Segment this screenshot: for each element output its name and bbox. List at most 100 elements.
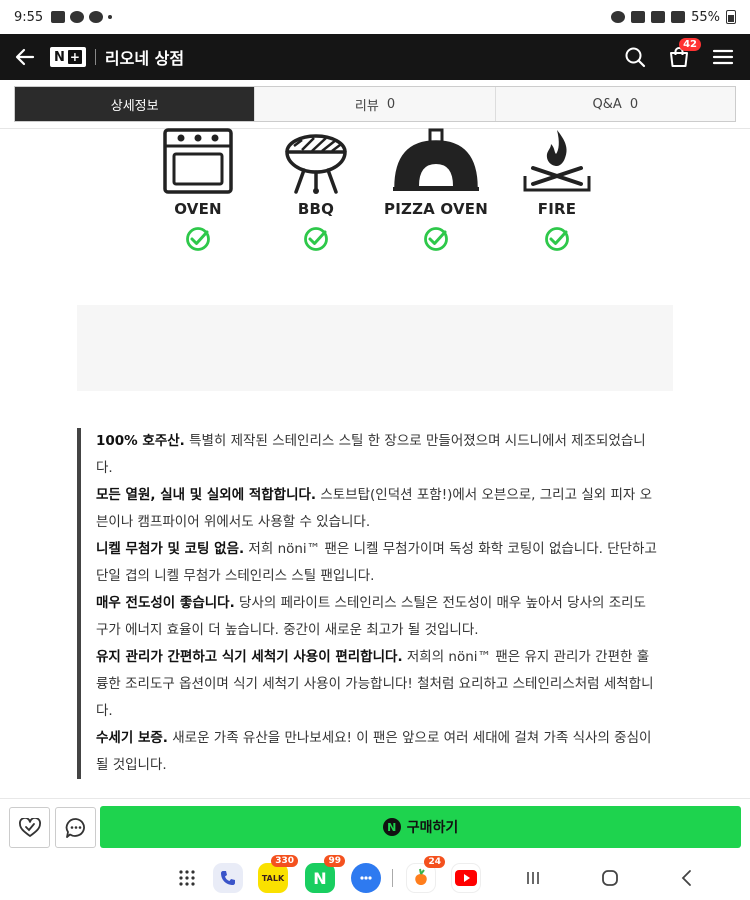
carrot-icon: 24 [406, 856, 445, 893]
talk-notification-icon [70, 11, 85, 23]
home-button[interactable] [599, 863, 621, 893]
description-paragraph: 모든 열원, 실내 및 실외에 적합합니다. 스토브탑(인덕션 포함!)에서 오… [96, 482, 657, 536]
description-paragraph: 니켈 무첨가 및 코팅 없음. 저희 nöni™ 팬은 니켈 무첨가이며 독성 … [96, 536, 657, 590]
feature-text: 새로운 가족 유산을 만나보세요! 이 팬은 앞으로 여러 세대에 걸쳐 가족 … [96, 730, 652, 773]
phone-handset-icon [221, 871, 235, 885]
buy-button-label: 구매하기 [406, 820, 459, 836]
naver-icon: N 99 [305, 855, 345, 893]
messages-app[interactable] [351, 863, 381, 893]
phone-app[interactable] [213, 863, 243, 893]
cooking-method-label: OVEN [174, 200, 222, 218]
naver-label: N [313, 868, 327, 888]
purchase-bar: N 구매하기 [0, 798, 750, 854]
cooking-method-fire: FIRE [502, 128, 612, 252]
header-divider [94, 49, 96, 65]
tab-count: 0 [386, 96, 396, 112]
tab-label: Q&A [592, 96, 622, 112]
cart-count-badge: 42 [679, 38, 701, 51]
search-button[interactable] [622, 44, 648, 70]
app-header: N + 리오네 상점 42 [0, 34, 750, 80]
messages-icon [351, 863, 381, 893]
product-description: 100% 호주산. 특별히 제작된 스테인리스 스틸 한 장으로 만들어졌으며 … [77, 428, 657, 779]
back-button[interactable] [14, 46, 36, 68]
description-paragraph: 매우 전도성이 좋습니다. 당사의 페라이트 스테인리스 스틸은 전도성이 매우… [96, 590, 657, 644]
status-time: 9:55 [14, 9, 44, 25]
gallery-notification-icon [51, 11, 66, 23]
naver-plus-logo[interactable]: N + [50, 47, 86, 67]
more-notifications-icon [108, 15, 113, 19]
youtube-icon [451, 863, 481, 893]
feature-title: 매우 전도성이 좋습니다. [96, 595, 235, 611]
oven-icon [163, 128, 233, 194]
cooking-method-label: PIZZA OVEN [384, 200, 488, 218]
feature-title: 모든 열원, 실내 및 실외에 적합합니다. [96, 487, 317, 503]
chat-button[interactable] [55, 807, 96, 848]
search-icon [625, 47, 646, 68]
cooking-method-label: FIRE [537, 200, 577, 218]
home-circle-icon [602, 870, 618, 886]
description-paragraph: 유지 관리가 간편하고 식기 세척기 사용이 편리합니다. 저희의 nöni™ … [96, 644, 657, 725]
feature-title: 니켈 무첨가 및 코팅 없음. [96, 541, 245, 557]
logo-plus: + [67, 50, 82, 64]
wishlist-button[interactable] [9, 807, 50, 848]
feature-title: 유지 관리가 간편하고 식기 세척기 사용이 편리합니다. [96, 649, 403, 665]
kakaotalk-icon: TALK 330 [258, 855, 298, 893]
tab-label: 상세정보 [110, 98, 159, 114]
recents-button[interactable] [522, 863, 544, 893]
cart-button[interactable]: 42 [666, 38, 701, 70]
alarm-icon [611, 11, 626, 23]
feature-title: 수세기 보증. [96, 730, 168, 746]
menu-button[interactable] [710, 44, 736, 70]
feature-title: 100% 호주산. [96, 433, 185, 449]
status-bar: 9:55 55% [0, 0, 750, 34]
naver-app[interactable]: N 99 [305, 855, 345, 893]
cooking-method-bbq: BBQ [261, 128, 371, 252]
app-drawer-button[interactable] [176, 863, 198, 893]
chat-bubble-icon [65, 817, 85, 838]
cooking-methods: OVEN BBQ PIZZA OVEN FIRE [150, 128, 610, 263]
battery-percent: 55% [691, 9, 720, 25]
header-actions: 42 [622, 38, 736, 70]
app-badge: 24 [424, 856, 445, 868]
hamburger-menu-icon [712, 49, 734, 65]
check-circle-icon [545, 227, 569, 251]
nav-separator [392, 863, 393, 893]
carrot-shape-icon [415, 868, 427, 885]
youtube-app[interactable] [451, 863, 481, 893]
recent-apps-icon [527, 872, 539, 884]
product-tabs: 상세정보 리뷰 0 Q&A 0 [14, 86, 736, 122]
tab-label: 리뷰 [354, 98, 379, 114]
mute-icon [631, 11, 646, 23]
image-placeholder [77, 305, 673, 391]
app-grid-icon [179, 870, 195, 886]
battery-icon [726, 10, 736, 24]
chevron-left-icon [681, 870, 691, 886]
system-back-button[interactable] [676, 863, 698, 893]
naver-pay-icon: N [382, 818, 401, 836]
system-nav-bar: TALK 330 N 99 24 [0, 855, 750, 900]
tab-reviews[interactable]: 리뷰 0 [255, 87, 496, 121]
kakaotalk-app[interactable]: TALK 330 [258, 855, 298, 893]
cooking-method-oven: OVEN [143, 128, 253, 252]
check-circle-icon [424, 227, 448, 251]
system-status: 55% [611, 10, 736, 25]
nav-divider [392, 869, 393, 887]
description-paragraph: 100% 호주산. 특별히 제작된 스테인리스 스틸 한 장으로 만들어졌으며 … [96, 428, 657, 482]
tab-details[interactable]: 상세정보 [15, 87, 256, 121]
logo-letter: N [54, 49, 65, 65]
app-badge: 99 [324, 855, 345, 867]
heart-check-icon [18, 817, 41, 837]
signal-icon [671, 11, 686, 23]
app-badge: 330 [271, 855, 298, 867]
campfire-icon [523, 130, 591, 192]
description-paragraph: 수세기 보증. 새로운 가족 유산을 만나보세요! 이 팬은 앞으로 여러 세대… [96, 725, 657, 779]
store-name[interactable]: 리오네 상점 [105, 45, 184, 69]
wifi-icon [651, 11, 666, 23]
carrot-app[interactable]: 24 [406, 856, 445, 893]
buy-button[interactable]: N 구매하기 [100, 806, 741, 848]
message-dots-icon [360, 876, 372, 880]
tab-qna[interactable]: Q&A 0 [495, 87, 735, 121]
phone-icon [213, 863, 243, 893]
pizza-oven-icon [393, 128, 479, 191]
kakaotalk-label: TALK [261, 873, 285, 883]
